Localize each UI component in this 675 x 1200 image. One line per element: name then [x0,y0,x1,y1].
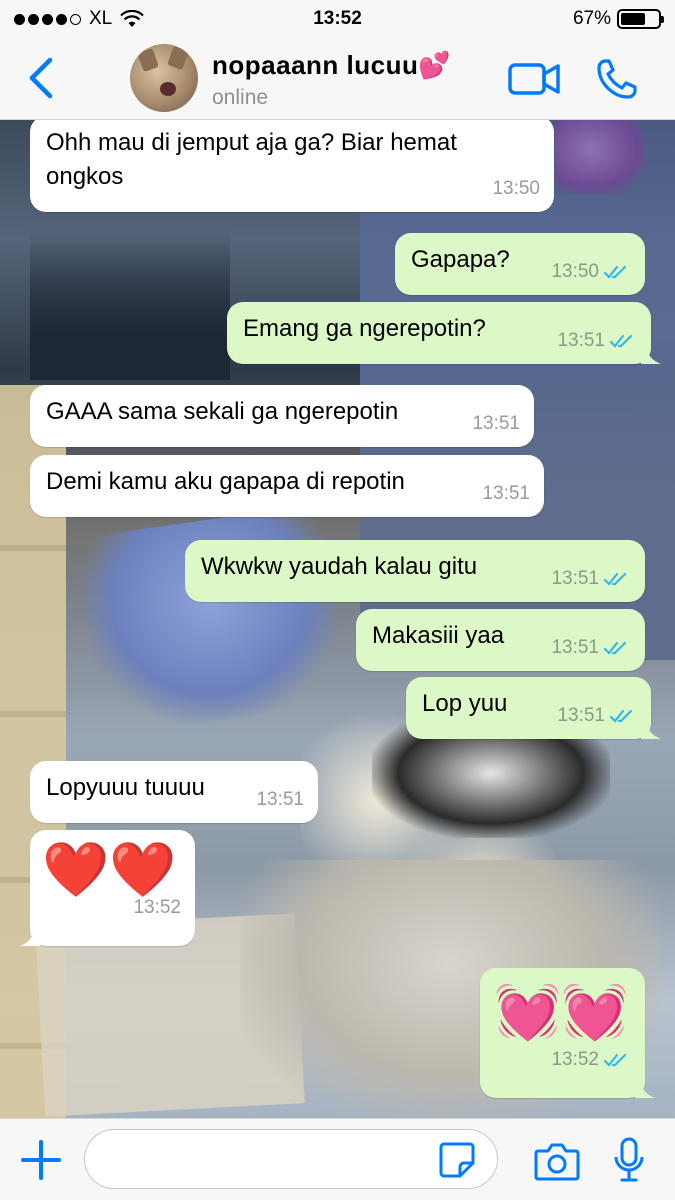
plus-icon[interactable] [20,1139,62,1181]
avatar[interactable] [130,44,198,112]
battery-percent: 67% [572,8,611,29]
message-bubble-outgoing[interactable]: Lop yuu 13:51 [406,677,661,739]
phone-call-icon[interactable] [596,58,638,100]
signal-strength-icon [14,13,81,25]
message-bubble-incoming[interactable]: Ohh mau di jemput aja ga? Biar hemat ong… [30,120,554,212]
read-receipt-icon [609,334,633,348]
wallpaper-lighthouse [30,230,230,380]
message-time: 13:52 [133,897,181,918]
back-button[interactable] [22,56,62,100]
wifi-icon [120,10,145,27]
carrier-name: XL [89,8,113,29]
read-receipt-icon [603,265,627,279]
message-time: 13:51 [551,637,599,658]
bubble-tail [20,928,40,946]
message-bubble-incoming[interactable]: GAAA sama sekali ga ngerepotin 13:51 [30,385,534,447]
read-receipt-icon [603,572,627,586]
message-time: 13:51 [557,330,605,351]
status-bar: XL 13:52 67% [0,0,675,38]
chat-area[interactable]: Ohh mau di jemput aja ga? Biar hemat ong… [0,120,675,1118]
chat-header: nopaaann lucuu💕 online [0,38,675,120]
camera-icon[interactable] [534,1141,580,1181]
message-bubble-outgoing[interactable]: Wkwkw yaudah kalau gitu 13:51 [185,540,645,602]
message-bubble-incoming[interactable]: Demi kamu aku gapapa di repotin 13:51 [30,455,544,517]
message-text: Lop yuu [422,690,508,717]
read-receipt-icon [609,709,633,723]
message-time: 13:50 [551,261,599,282]
message-bubble-outgoing[interactable]: Emang ga ngerepotin? 13:51 [227,302,661,364]
read-receipt-icon [603,641,627,655]
message-bubble-outgoing[interactable]: 💓💓 13:52 [480,968,655,1098]
video-call-icon[interactable] [508,60,560,98]
message-time: 13:50 [492,178,540,199]
message-text: GAAA sama sekali ga ngerepotin [46,398,399,425]
sticker-icon[interactable] [438,1141,476,1179]
message-text: Ohh mau di jemput aja ga? Biar hemat ong… [46,129,457,190]
message-time: 13:51 [472,413,520,434]
message-text: Lopyuuu tuuuu [46,774,205,801]
message-text: Emang ga ngerepotin? [243,315,486,342]
read-receipt-icon [603,1053,627,1067]
bubble-tail [635,1080,655,1098]
message-text: Wkwkw yaudah kalau gitu [201,553,478,580]
wallpaper-purple-butterfly [555,120,645,195]
message-time: 13:51 [551,568,599,589]
message-bubble-outgoing[interactable]: Gapapa? 13:50 [395,233,645,295]
message-time: 13:52 [551,1049,599,1070]
message-bubble-incoming[interactable]: Lopyuuu tuuuu 13:51 [30,761,318,823]
message-text: Gapapa? [411,246,510,273]
message-time: 13:51 [256,789,304,810]
message-text: Makasiii yaa [372,622,505,649]
message-bubble-outgoing[interactable]: Makasiii yaa 13:51 [356,609,645,671]
message-text: Demi kamu aku gapapa di repotin [46,468,405,495]
message-bubble-incoming[interactable]: ❤️❤️ 13:52 [20,830,195,946]
battery-icon [617,9,664,29]
message-time: 13:51 [557,705,605,726]
microphone-icon[interactable] [612,1137,646,1183]
message-input-bar [0,1118,675,1200]
bubble-tail [641,346,661,364]
contact-name[interactable]: nopaaann lucuu💕 [212,50,451,81]
contact-status: online [212,86,269,109]
bubble-tail [641,721,661,739]
message-time: 13:51 [482,483,530,504]
message-input[interactable] [84,1129,498,1189]
